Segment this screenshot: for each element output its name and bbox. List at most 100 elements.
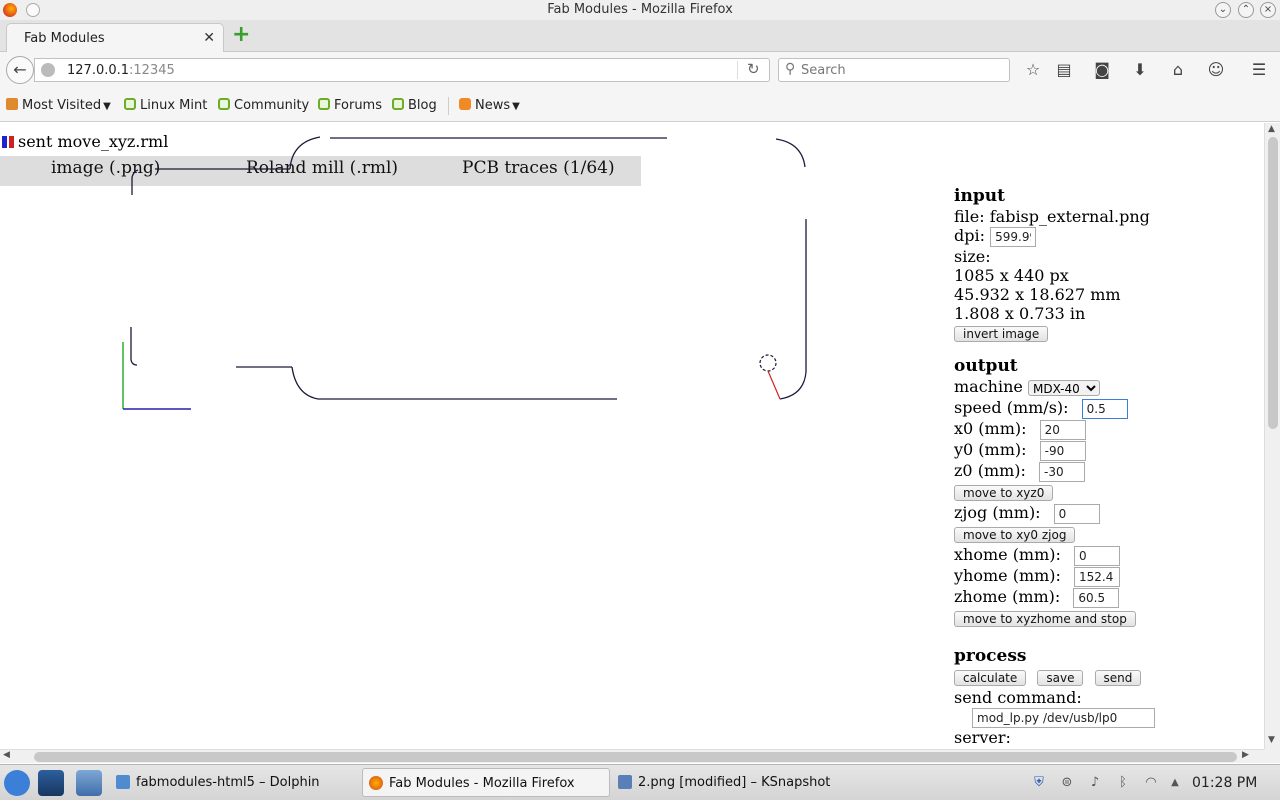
- mint-icon: [124, 98, 136, 110]
- file-manager-icon[interactable]: [76, 770, 102, 796]
- move-to-xy0-zjog-button[interactable]: move to xy0 zjog: [954, 527, 1076, 543]
- bookmarks-toolbar: Most Visited ▼ Linux Mint Community Forum…: [0, 88, 1280, 122]
- bookmark-news[interactable]: News ▼: [459, 98, 520, 113]
- tab-fab-modules[interactable]: Fab Modules ✕: [6, 23, 224, 53]
- horizontal-scroll-thumb[interactable]: [34, 752, 1237, 762]
- speed-label: speed (mm/s):: [954, 398, 1069, 417]
- x0-input[interactable]: [1039, 419, 1086, 440]
- bookmark-label: Forums: [334, 98, 382, 113]
- move-to-xyzhome-button[interactable]: move to xyzhome and stop: [954, 611, 1136, 627]
- mint-icon: [392, 98, 404, 110]
- minimize-button[interactable]: ⌄: [1215, 2, 1231, 18]
- toolpath-segment: [131, 169, 139, 178]
- search-bar[interactable]: ⚲: [778, 58, 1010, 82]
- bookmark-most-visited[interactable]: Most Visited ▼: [6, 98, 111, 113]
- chat-icon[interactable]: ☺: [1206, 60, 1226, 80]
- size-label: size:: [954, 247, 991, 266]
- bluetooth-icon[interactable]: ᛒ: [1114, 774, 1132, 792]
- url-text[interactable]: 127.0.0.1:12345: [67, 63, 175, 78]
- search-input[interactable]: [801, 62, 1001, 79]
- machine-select[interactable]: MDX-40: [1027, 379, 1100, 396]
- bookmark-blog[interactable]: Blog: [392, 98, 437, 113]
- send-command-label: send command:: [954, 688, 1082, 707]
- url-host: 127.0.0.1: [67, 63, 130, 78]
- tab-label: Fab Modules: [24, 31, 105, 46]
- dolphin-icon: [116, 775, 130, 789]
- z-move-line: [767, 370, 781, 400]
- speed-input[interactable]: [1081, 398, 1128, 419]
- zhome-label: zhome (mm):: [954, 587, 1061, 606]
- move-to-xyz0-button[interactable]: move to xyz0: [954, 485, 1054, 501]
- z0-input[interactable]: [1039, 461, 1086, 482]
- bookmark-forums[interactable]: Forums: [318, 98, 382, 113]
- reload-icon[interactable]: ↻: [747, 60, 760, 78]
- yhome-label: yhome (mm):: [954, 566, 1061, 585]
- bookmark-linux-mint[interactable]: Linux Mint: [124, 98, 207, 113]
- close-tab-icon[interactable]: ✕: [203, 30, 215, 46]
- pocket-icon[interactable]: ◙: [1092, 60, 1112, 80]
- scroll-down-icon[interactable]: ▼: [1268, 735, 1275, 745]
- ksnapshot-icon: [618, 775, 632, 789]
- menu-icon[interactable]: ☰: [1249, 60, 1269, 80]
- task-ksnapshot[interactable]: 2.png [modified] – KSnapshot: [612, 768, 858, 797]
- bookmarks-menu-icon[interactable]: ▤: [1054, 60, 1074, 80]
- task-label: 2.png [modified] – KSnapshot: [638, 775, 831, 790]
- wifi-icon[interactable]: ◠: [1142, 774, 1160, 792]
- close-window-button[interactable]: ×: [1260, 2, 1276, 18]
- scroll-right-icon[interactable]: ▶: [1242, 750, 1249, 760]
- home-icon[interactable]: ⌂: [1168, 60, 1188, 80]
- search-icon: ⚲: [785, 61, 796, 77]
- task-dolphin[interactable]: fabmodules-html5 – Dolphin: [110, 768, 356, 797]
- bookmark-label: Most Visited: [22, 98, 102, 113]
- network-icon[interactable]: ⊜: [1058, 774, 1076, 792]
- speed-row: speed (mm/s):: [954, 398, 1254, 419]
- tray-expand-icon[interactable]: ▲: [1166, 774, 1184, 792]
- vertical-scrollbar[interactable]: ▲ ▼: [1264, 123, 1280, 749]
- yhome-row: yhome (mm):: [954, 566, 1254, 587]
- save-button[interactable]: save: [1037, 670, 1084, 686]
- window-titlebar: Fab Modules - Mozilla Firefox ⌄ ⌃ ×: [0, 0, 1280, 20]
- send-button[interactable]: send: [1094, 670, 1142, 686]
- bookmark-community[interactable]: Community: [218, 98, 309, 113]
- vertical-scroll-thumb[interactable]: [1268, 137, 1278, 429]
- calculate-button[interactable]: calculate: [954, 670, 1027, 686]
- new-tab-button[interactable]: +: [232, 24, 250, 46]
- y0-label: y0 (mm):: [954, 440, 1027, 459]
- toolpath-segment: [291, 366, 319, 400]
- bookmark-star-icon[interactable]: ☆: [1023, 60, 1043, 80]
- horizontal-scrollbar[interactable]: ◀ ▶: [0, 749, 1264, 763]
- server-label: server:: [954, 728, 1011, 747]
- url-port: :12345: [129, 63, 175, 78]
- task-label: Fab Modules - Mozilla Firefox: [389, 776, 575, 791]
- x0-row: x0 (mm):: [954, 419, 1254, 440]
- site-info-icon[interactable]: [41, 63, 55, 77]
- task-firefox[interactable]: Fab Modules - Mozilla Firefox: [362, 768, 610, 797]
- xhome-input[interactable]: [1074, 545, 1120, 566]
- zhome-input[interactable]: [1073, 587, 1120, 608]
- bookmark-label: Linux Mint: [140, 98, 208, 113]
- invert-image-button[interactable]: invert image: [954, 326, 1049, 342]
- send-command-input[interactable]: [972, 707, 1155, 728]
- start-menu-icon[interactable]: [4, 770, 30, 796]
- downloads-icon[interactable]: ⬇: [1130, 60, 1150, 80]
- zjog-input[interactable]: [1053, 503, 1100, 524]
- scroll-up-icon[interactable]: ▲: [1268, 124, 1275, 134]
- shield-icon[interactable]: ⛨: [1030, 774, 1048, 792]
- toolpath-segment: [130, 327, 138, 366]
- bookmark-label: Blog: [408, 98, 437, 113]
- y0-input[interactable]: [1039, 440, 1086, 461]
- dpi-input[interactable]: [990, 226, 1037, 247]
- clock[interactable]: 01:28 PM: [1192, 775, 1257, 791]
- maximize-button[interactable]: ⌃: [1238, 2, 1254, 18]
- yhome-input[interactable]: [1074, 566, 1121, 587]
- volume-icon[interactable]: ♪: [1086, 774, 1104, 792]
- machine-label: machine: [954, 377, 1023, 396]
- rss-icon: [459, 98, 471, 110]
- navigation-toolbar: ← 127.0.0.1:12345 ↻ ⚲ ☆ ▤ ◙ ⬇ ⌂ ☺ ☰: [0, 52, 1280, 88]
- scroll-left-icon[interactable]: ◀: [3, 750, 10, 760]
- size-in: 1.808 x 0.733 in: [954, 304, 1086, 323]
- back-button[interactable]: ←: [6, 56, 34, 84]
- tab-strip: Fab Modules ✕ +: [0, 20, 1280, 53]
- desktop-icon[interactable]: [38, 770, 64, 796]
- url-bar[interactable]: 127.0.0.1:12345 ↻: [34, 58, 770, 82]
